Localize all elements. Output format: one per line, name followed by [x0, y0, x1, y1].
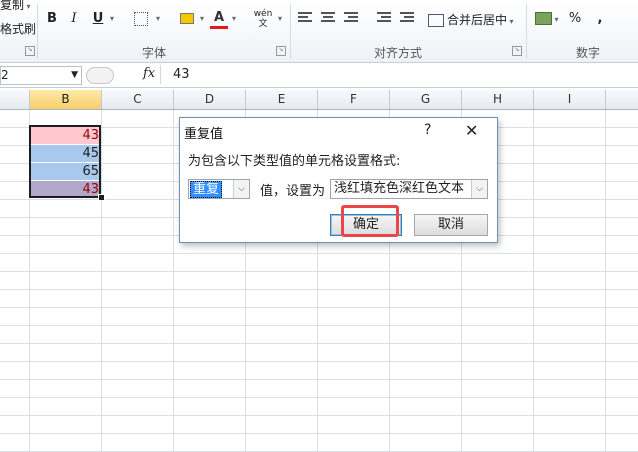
ok-button-highlight: [341, 205, 399, 237]
font-group-label: 字体: [142, 46, 167, 60]
fill-color-dropdown-icon[interactable]: ▾: [198, 9, 206, 29]
value-type-select[interactable]: 重复 ⌵: [188, 179, 250, 199]
border-dropdown-icon[interactable]: ▾: [154, 9, 162, 29]
grid-line: [173, 110, 174, 452]
alignment-group-label: 对齐方式: [374, 46, 423, 60]
underline-button[interactable]: U: [90, 9, 106, 29]
number-group-label: 数字: [576, 46, 601, 60]
align-center-icon[interactable]: [321, 12, 335, 24]
column-header-i[interactable]: I: [534, 90, 606, 109]
merge-center-button[interactable]: 合并后居中 ▾: [428, 11, 514, 28]
copy-button[interactable]: 复制 ▾: [0, 0, 31, 13]
align-left-icon[interactable]: [298, 12, 312, 24]
chevron-down-icon[interactable]: ▼: [71, 67, 78, 84]
underline-dropdown-icon[interactable]: ▾: [108, 9, 116, 29]
font-color-button[interactable]: A: [210, 9, 228, 29]
selection-border: [29, 125, 101, 198]
paint-bucket-icon: [180, 13, 194, 24]
increase-indent-icon[interactable]: [400, 12, 414, 24]
column-header-d[interactable]: D: [174, 90, 246, 109]
cancel-formula-icon[interactable]: [86, 67, 114, 84]
clipboard-launcher-icon[interactable]: ↘: [25, 46, 35, 56]
chevron-down-icon[interactable]: ⌵: [233, 180, 249, 198]
formula-input[interactable]: 43: [160, 65, 638, 84]
value-type-selected: 重复: [190, 181, 223, 198]
font-launcher-icon[interactable]: ↘: [276, 46, 286, 56]
phonetic-dropdown-icon[interactable]: ▾: [276, 9, 284, 29]
italic-button[interactable]: I: [66, 9, 82, 29]
fill-handle[interactable]: [98, 194, 105, 201]
grid-line: [605, 110, 606, 452]
border-button[interactable]: [132, 9, 150, 29]
currency-icon: [535, 12, 552, 25]
merge-icon: [428, 14, 444, 27]
group-separator: [290, 4, 291, 58]
ribbon: 复制 ▾ 格式刷 ↘ B I U ▾ ▾ ▾ A ▾ wén 文 ▾ 字体 ↘ …: [0, 0, 638, 63]
fill-color-button[interactable]: [178, 9, 196, 29]
group-separator: [37, 4, 38, 58]
column-header-c[interactable]: C: [102, 90, 174, 109]
help-button[interactable]: ?: [424, 122, 431, 138]
chevron-down-icon[interactable]: ⌵: [471, 180, 487, 198]
formula-bar: 2 ▼ fx 43: [0, 63, 638, 88]
accounting-format-button[interactable]: ▾: [535, 11, 559, 25]
alignment-launcher-icon[interactable]: ↘: [512, 46, 522, 56]
column-header-g[interactable]: G: [390, 90, 462, 109]
percent-button[interactable]: %: [567, 9, 583, 29]
phonetic-button[interactable]: wén 文: [252, 9, 274, 29]
group-separator: [526, 4, 527, 58]
format-selected: 浅红填充色深红色文本: [334, 181, 465, 196]
grid-line: [101, 110, 102, 452]
merge-center-label: 合并后居中: [447, 13, 508, 27]
comma-button[interactable]: ,: [594, 9, 606, 29]
cancel-button[interactable]: 取消: [414, 214, 488, 236]
set-to-label: 值，设置为: [260, 184, 326, 199]
row-header-corner[interactable]: [0, 90, 30, 109]
decrease-indent-icon[interactable]: [377, 12, 391, 24]
column-headers: B C D E F G H I: [0, 90, 638, 110]
format-painter-button[interactable]: 格式刷: [0, 20, 36, 37]
name-box-value: 2: [1, 68, 9, 82]
dialog-title: 重复值: [184, 127, 224, 142]
format-select[interactable]: 浅红填充色深红色文本 ⌵: [330, 179, 488, 199]
column-header-f[interactable]: F: [318, 90, 390, 109]
bold-button[interactable]: B: [44, 9, 60, 29]
font-color-dropdown-icon[interactable]: ▾: [230, 9, 238, 29]
insert-function-button[interactable]: fx: [143, 66, 155, 81]
copy-label: 复制: [0, 0, 25, 12]
align-right-icon[interactable]: [344, 12, 358, 24]
dialog-prompt: 为包含以下类型值的单元格设置格式:: [188, 154, 401, 169]
grid-line: [533, 110, 534, 452]
column-header-b[interactable]: B: [30, 90, 102, 109]
close-icon[interactable]: ✕: [465, 121, 478, 140]
border-icon: [134, 11, 148, 26]
column-header-e[interactable]: E: [246, 90, 318, 109]
column-header-h[interactable]: H: [462, 90, 534, 109]
duplicate-values-dialog: 重复值 ? ✕ 为包含以下类型值的单元格设置格式: 重复 ⌵ 值，设置为 浅红填…: [179, 117, 498, 243]
name-box[interactable]: 2 ▼: [0, 66, 82, 85]
